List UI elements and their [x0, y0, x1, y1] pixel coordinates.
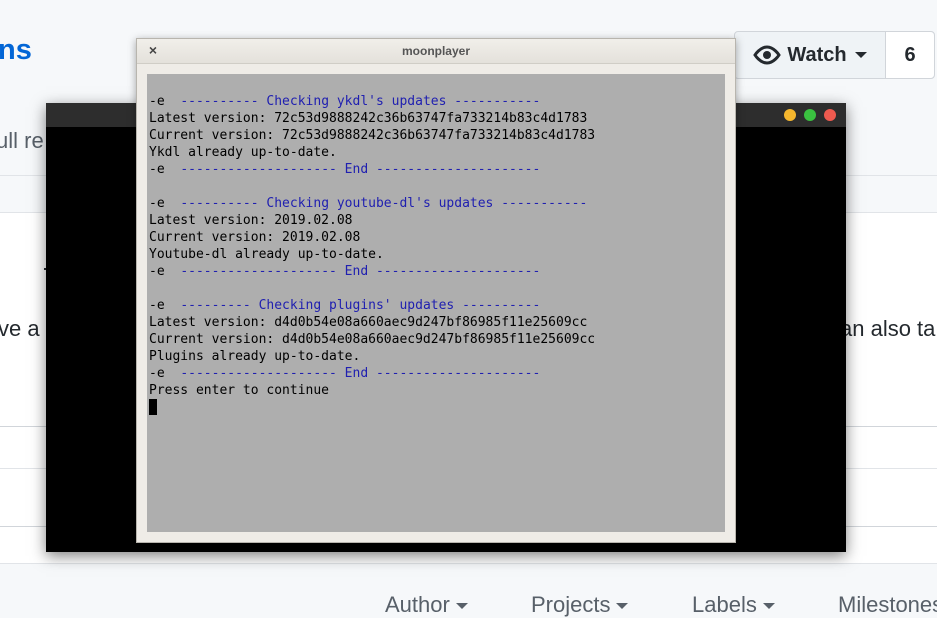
console-line: Youtube-dl already up-to-date. — [149, 246, 595, 263]
console-line-text: Latest version: d4d0b54e08a660aec9d247bf… — [149, 315, 588, 330]
console-line: Current version: 72c53d9888242c36b63747f… — [149, 127, 595, 144]
console-line: Current version: d4d0b54e08a660aec9d247b… — [149, 331, 595, 348]
console-line: -e --------- Checking plugins' updates -… — [149, 297, 595, 314]
console-line: -e -------------------- End ------------… — [149, 263, 595, 280]
watch-button[interactable]: Watch — [735, 32, 886, 78]
milestones-filter[interactable]: Milestones — [838, 592, 937, 618]
console-line: Latest version: 72c53d9888242c36b63747fa… — [149, 110, 595, 127]
console-lines: -e ---------- Checking ykdl's updates --… — [149, 93, 595, 416]
console-line-text: Current version: d4d0b54e08a660aec9d247b… — [149, 332, 596, 347]
console-line-prefix: -e — [149, 298, 181, 313]
console-line-text: --------- Checking plugins' updates ----… — [180, 298, 541, 313]
console-line: Current version: 2019.02.08 — [149, 229, 595, 246]
watch-button-group: Watch 6 — [734, 31, 935, 79]
console-line: -e ---------- Checking ykdl's updates --… — [149, 93, 595, 110]
watch-label: Watch — [787, 43, 847, 66]
background-text-left: ve a — [0, 316, 40, 341]
pull-requests-tab-fragment[interactable]: ull re — [0, 128, 44, 154]
console-line-prefix: -e — [149, 264, 181, 279]
console-line: -e -------------------- End ------------… — [149, 365, 595, 382]
close-icon[interactable] — [824, 109, 836, 121]
console-line-text: -------------------- End ---------------… — [180, 162, 541, 177]
console-line-text: Ykdl already up-to-date. — [149, 145, 337, 160]
console-line-text: Latest version: 72c53d9888242c36b63747fa… — [149, 111, 588, 126]
console-cursor-line — [149, 399, 595, 416]
console-line-prefix: -e — [149, 162, 181, 177]
console-line-text: Plugins already up-to-date. — [149, 349, 361, 364]
console-line: Plugins already up-to-date. — [149, 348, 595, 365]
console-line: Press enter to continue — [149, 382, 595, 399]
window-titlebar[interactable]: × moonplayer — [137, 39, 735, 64]
chevron-down-icon — [854, 52, 867, 58]
filter-bar — [0, 563, 937, 613]
window-title: moonplayer — [401, 44, 470, 58]
console-output[interactable]: -e ---------- Checking ykdl's updates --… — [147, 74, 725, 532]
console-line-text: Current version: 72c53d9888242c36b63747f… — [149, 128, 596, 143]
maximize-icon[interactable] — [804, 109, 816, 121]
chevron-down-icon — [762, 603, 775, 610]
console-line: -e -------------------- End ------------… — [149, 161, 595, 178]
moonplayer-window: × moonplayer -e ---------- Checking ykdl… — [136, 38, 736, 543]
background-text-right: an also ta — [840, 316, 936, 341]
console-line-text: Latest version: 2019.02.08 — [149, 213, 353, 228]
console-line-prefix: -e — [149, 94, 181, 109]
minimize-icon[interactable] — [784, 109, 796, 121]
console-line: -e ---------- Checking youtube-dl's upda… — [149, 195, 595, 212]
console-line-prefix: -e — [149, 196, 181, 211]
watch-count[interactable]: 6 — [886, 32, 934, 78]
author-filter[interactable]: Author — [385, 592, 468, 618]
console-line-text: -------------------- End ---------------… — [180, 264, 541, 279]
console-line-text: Press enter to continue — [149, 383, 330, 398]
repo-title-fragment[interactable]: ns — [0, 34, 32, 67]
projects-filter[interactable]: Projects — [531, 592, 629, 618]
labels-filter[interactable]: Labels — [692, 592, 775, 618]
eye-icon — [753, 45, 782, 65]
chevron-down-icon — [616, 603, 629, 610]
console-line: Ykdl already up-to-date. — [149, 144, 595, 161]
chevron-down-icon — [455, 603, 468, 610]
text-cursor — [149, 399, 157, 415]
console-line-text: Youtube-dl already up-to-date. — [149, 247, 384, 262]
console-line-text: -------------------- End ---------------… — [180, 366, 541, 381]
console-line: Latest version: 2019.02.08 — [149, 212, 595, 229]
console-line: Latest version: d4d0b54e08a660aec9d247bf… — [149, 314, 595, 331]
console-line-text: ---------- Checking youtube-dl's updates… — [180, 196, 588, 211]
console-line-prefix: -e — [149, 366, 181, 381]
console-line-text: ---------- Checking ykdl's updates -----… — [180, 94, 541, 109]
console-line-text: Current version: 2019.02.08 — [149, 230, 361, 245]
